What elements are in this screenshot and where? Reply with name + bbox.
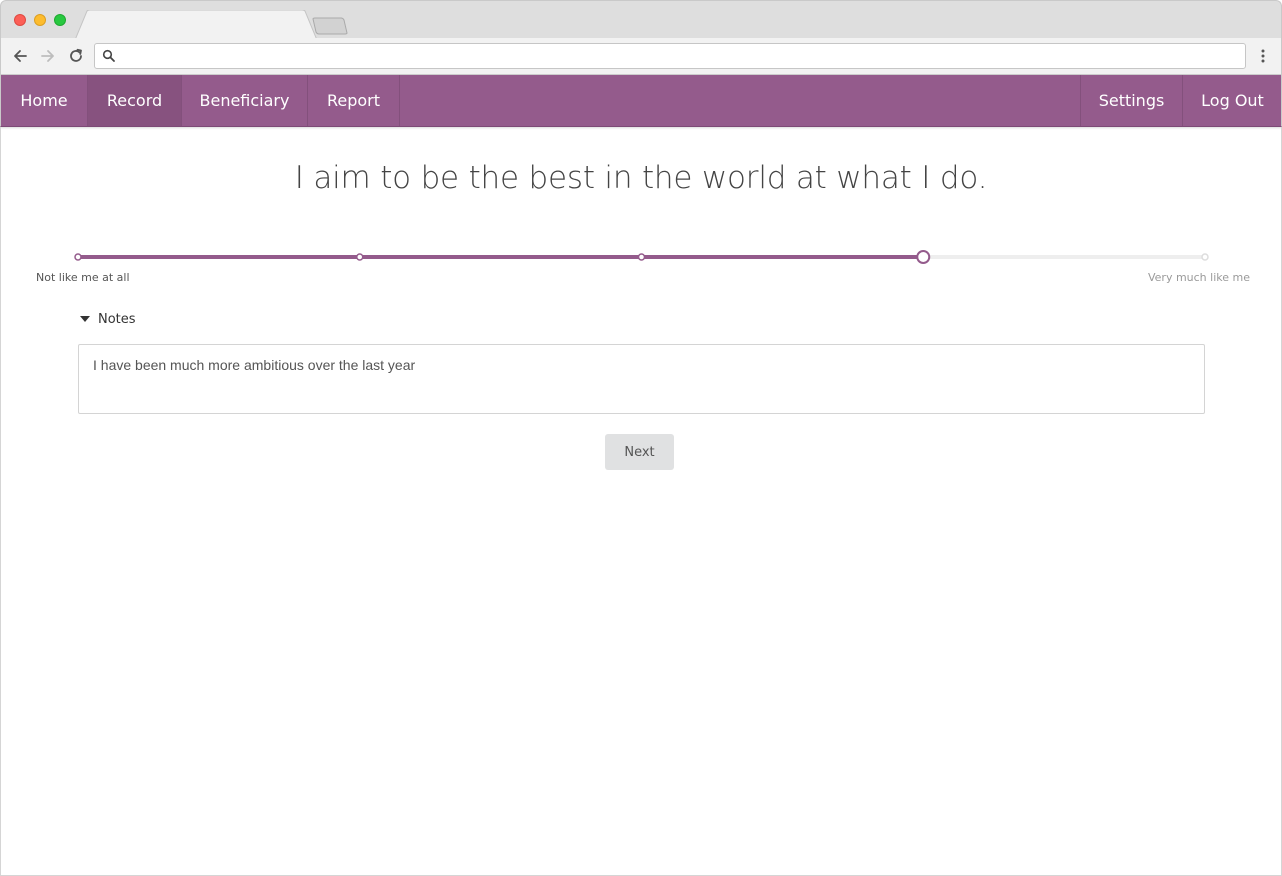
scale-max-label: Very much like me — [1147, 271, 1250, 284]
browser-toolbar — [0, 38, 1282, 75]
nav-item-report[interactable]: Report — [308, 75, 400, 126]
maximize-window-icon[interactable] — [54, 14, 66, 26]
likert-scale-slider[interactable] — [70, 245, 1214, 269]
notes-textarea[interactable] — [78, 344, 1205, 414]
notes-toggle[interactable]: Notes — [80, 312, 136, 327]
nav-item-settings[interactable]: Settings — [1080, 75, 1182, 126]
scale-point-1[interactable] — [74, 253, 82, 261]
nav-item-logout[interactable]: Log Out — [1182, 75, 1282, 126]
new-tab-button[interactable] — [311, 17, 349, 35]
scale-min-label: Not like me at all — [36, 271, 130, 284]
browser-tab-active[interactable] — [75, 10, 317, 40]
notes-label: Notes — [98, 312, 136, 327]
nav-item-beneficiary[interactable]: Beneficiary — [182, 75, 308, 126]
question-text: I aim to be the best in the world at wha… — [294, 160, 988, 196]
browser-titlebar — [0, 0, 1282, 40]
page-content — [0, 127, 1282, 876]
nav-item-record[interactable]: Record — [88, 75, 182, 126]
forward-arrow-icon[interactable] — [38, 46, 58, 66]
minimize-window-icon[interactable] — [34, 14, 46, 26]
search-icon — [102, 49, 116, 68]
scale-point-2[interactable] — [356, 253, 364, 261]
next-button[interactable]: Next — [605, 434, 674, 470]
close-window-icon[interactable] — [14, 14, 26, 26]
browser-menu-icon[interactable] — [1255, 48, 1271, 64]
slider-handle[interactable] — [916, 250, 931, 264]
main-nav: Home Record Beneficiary Report Settings … — [0, 75, 1282, 127]
scale-point-3[interactable] — [637, 253, 646, 261]
nav-item-home[interactable]: Home — [1, 75, 88, 126]
reload-icon[interactable] — [66, 46, 86, 66]
address-bar[interactable] — [94, 43, 1246, 69]
scale-point-5[interactable] — [1201, 253, 1209, 261]
back-arrow-icon[interactable] — [10, 46, 30, 66]
caret-down-icon — [80, 315, 90, 322]
address-input[interactable] — [121, 46, 1231, 66]
